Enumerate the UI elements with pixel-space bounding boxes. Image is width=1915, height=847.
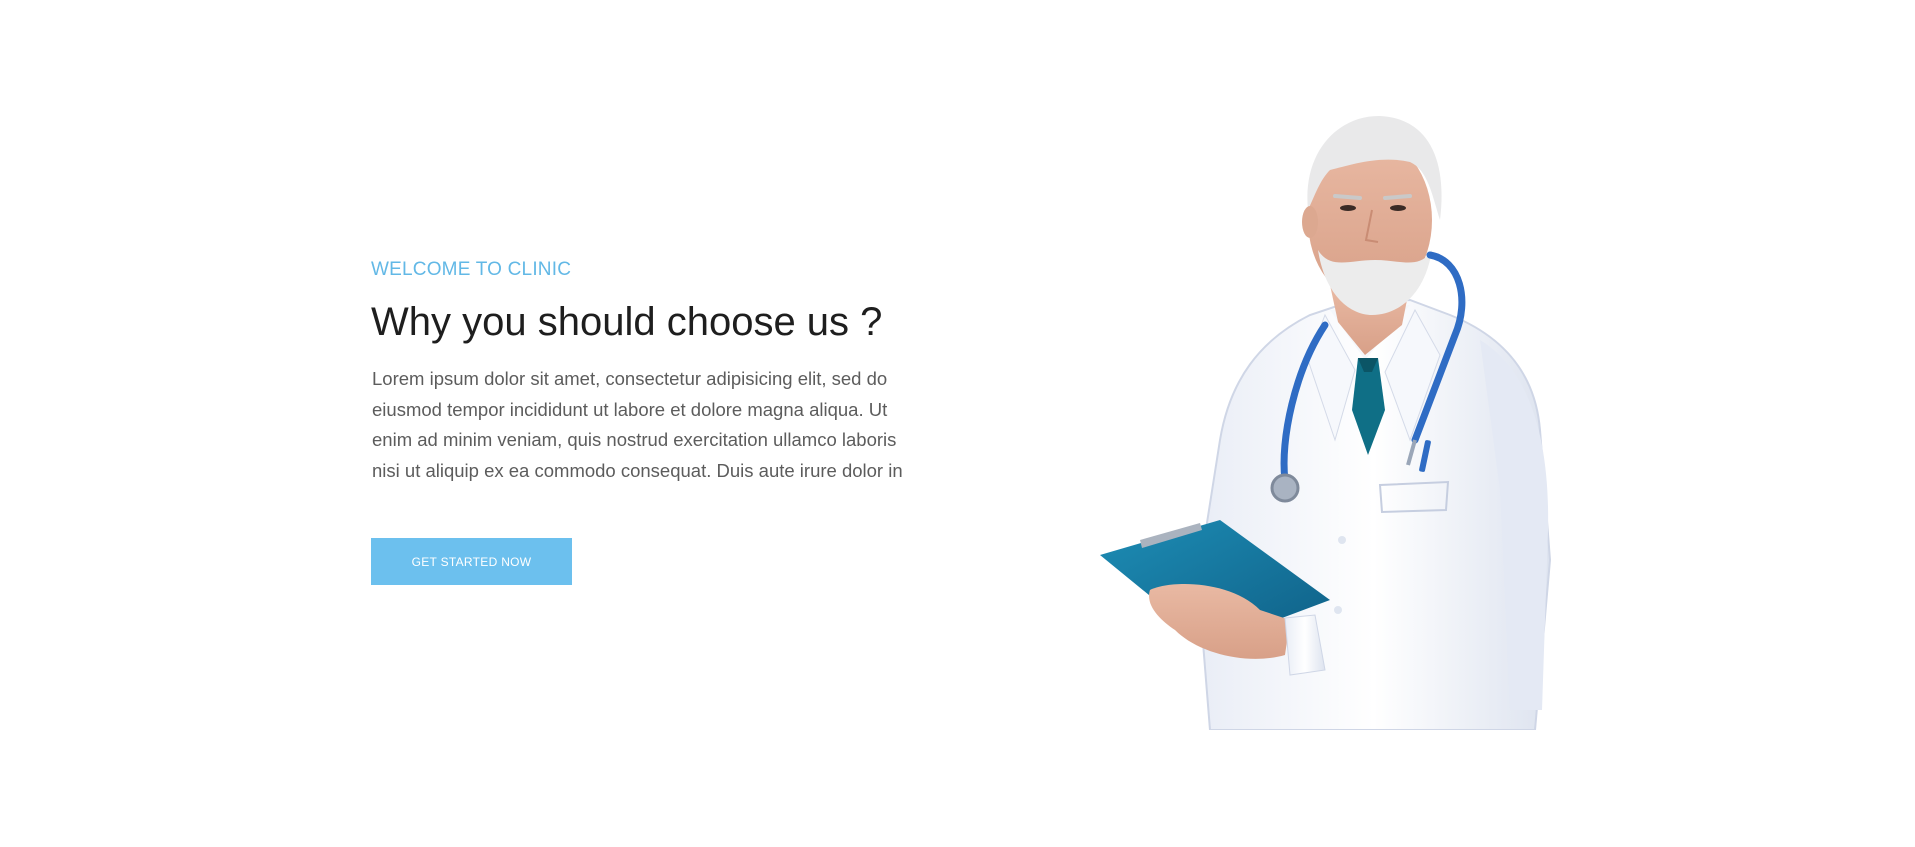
section-description: Lorem ipsum dolor sit amet, consectetur … [372,368,903,481]
get-started-button[interactable]: GET STARTED NOW [371,538,572,585]
intro-text-block: WELCOME TO CLINIC Why you should choose … [371,256,931,486]
why-choose-us-section: WELCOME TO CLINIC Why you should choose … [0,0,1915,847]
section-kicker: WELCOME TO CLINIC [371,259,572,280]
section-title: Why you should choose us ? [371,300,883,344]
doctor-image [1100,115,1552,730]
